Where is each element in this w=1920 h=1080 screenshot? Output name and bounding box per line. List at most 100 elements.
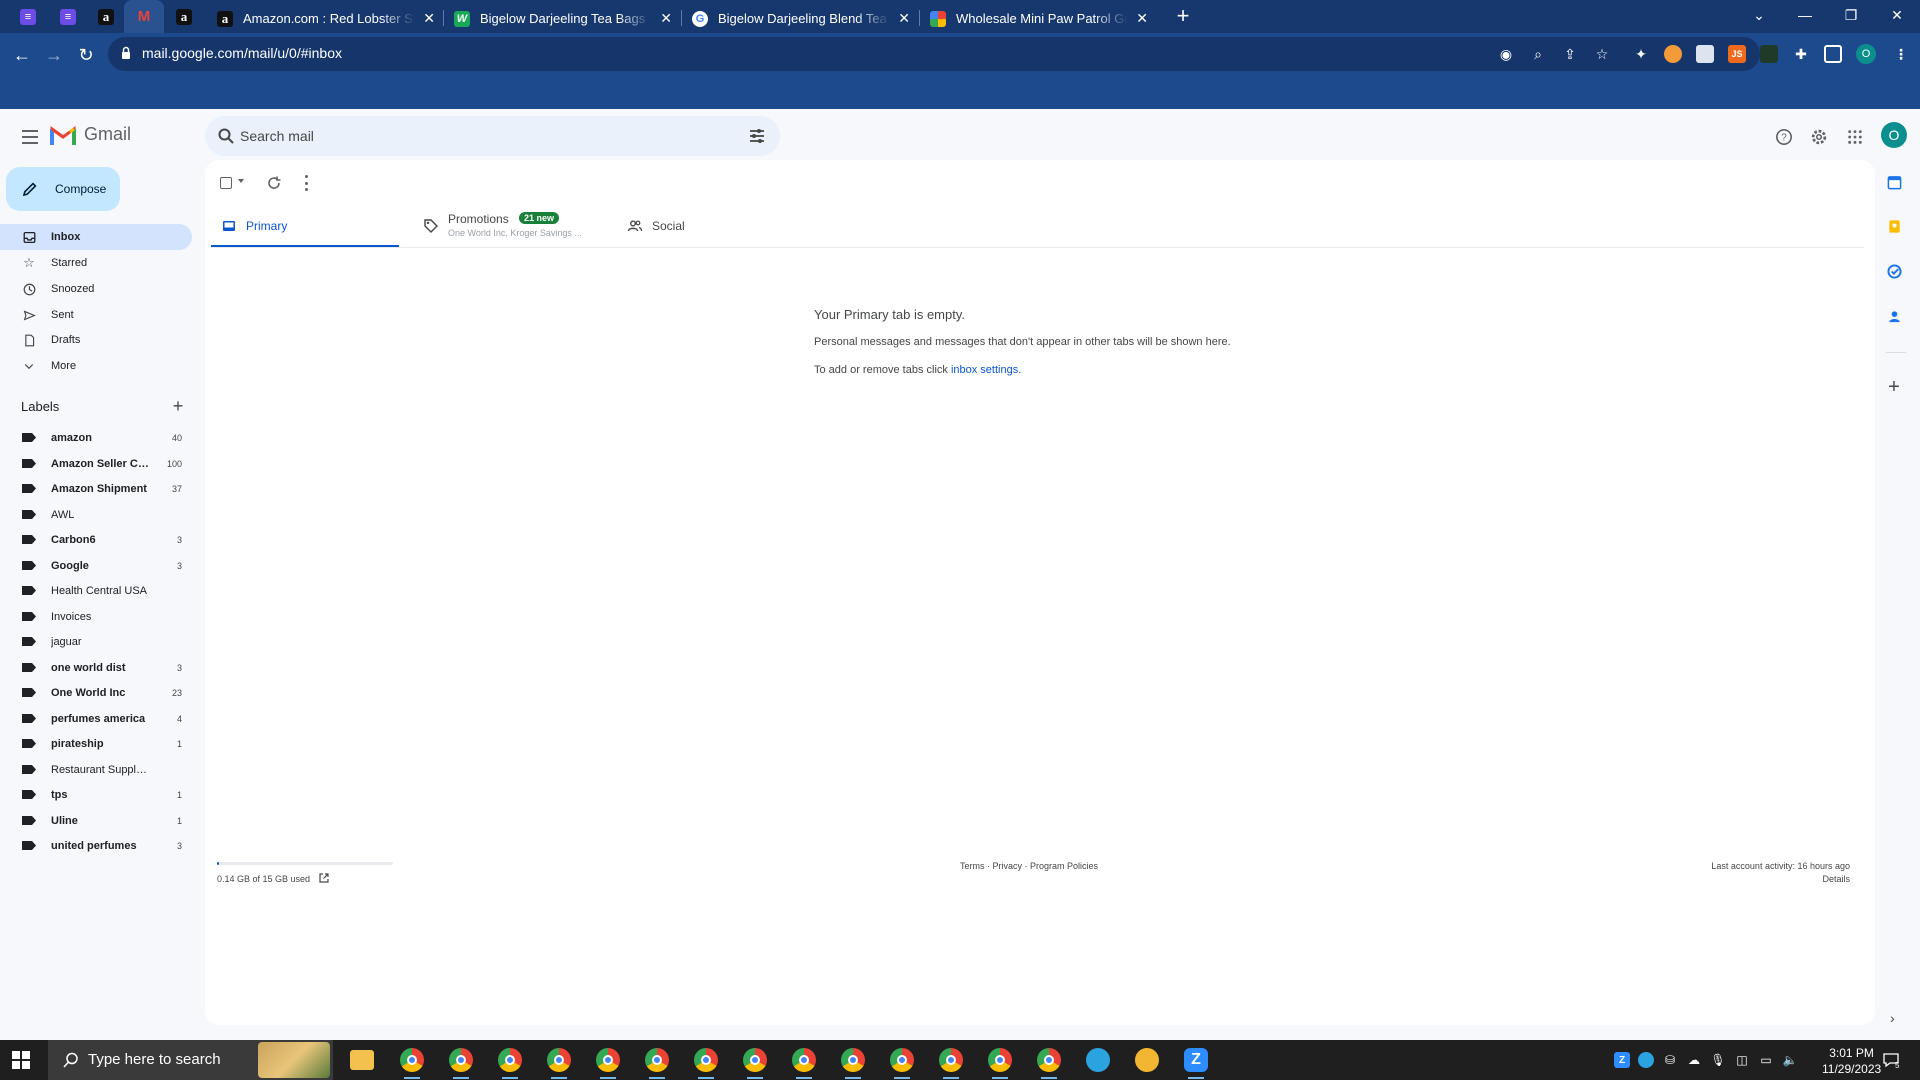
chrome-icon[interactable] bbox=[1037, 1048, 1061, 1079]
add-label-icon[interactable]: + bbox=[170, 396, 186, 416]
chrome-icon[interactable] bbox=[547, 1048, 571, 1079]
gmail-logo[interactable]: Gmail bbox=[50, 124, 131, 145]
pinned-tab[interactable]: ≡ bbox=[48, 0, 88, 33]
tab-promotions[interactable]: Promotions 21 new One World Inc, Kroger … bbox=[413, 204, 605, 248]
nav-item-sent[interactable]: Sent bbox=[0, 302, 192, 328]
chrome-icon[interactable] bbox=[400, 1048, 424, 1079]
camera-icon[interactable]: ◫ bbox=[1734, 1052, 1750, 1068]
extension-chart-icon[interactable] bbox=[1696, 45, 1714, 63]
extension-r-icon[interactable] bbox=[1760, 45, 1778, 63]
chrome-icon[interactable] bbox=[792, 1048, 816, 1079]
pinned-tab[interactable]: ≡ bbox=[8, 0, 48, 33]
compose-button[interactable]: Compose bbox=[6, 167, 120, 211]
tasks-icon[interactable] bbox=[1886, 263, 1902, 279]
label-item[interactable]: perfumes america 4 bbox=[0, 706, 192, 731]
bookmark-star-icon[interactable]: ☆ bbox=[1592, 44, 1612, 64]
contacts-icon[interactable] bbox=[1886, 308, 1902, 324]
details-link[interactable]: Details bbox=[1822, 874, 1850, 884]
label-item[interactable]: jaguar bbox=[0, 629, 192, 654]
label-item[interactable]: Restaurant Supply D bbox=[0, 757, 192, 782]
label-item[interactable]: tps 1 bbox=[0, 782, 192, 807]
program-policies-link[interactable]: Program Policies bbox=[1030, 861, 1098, 871]
label-item[interactable]: Amazon Shipment 37 bbox=[0, 476, 192, 501]
select-all-checkbox[interactable] bbox=[220, 177, 232, 189]
pinned-tab[interactable]: a bbox=[86, 0, 126, 33]
select-dropdown-caret-icon[interactable] bbox=[238, 179, 244, 183]
telegram-icon[interactable] bbox=[1086, 1048, 1110, 1072]
chrome-icon[interactable] bbox=[694, 1048, 718, 1079]
nav-item-inbox[interactable]: Inbox bbox=[0, 224, 192, 250]
side-panel-icon[interactable] bbox=[1824, 45, 1842, 63]
chrome-icon[interactable] bbox=[449, 1048, 473, 1079]
browser-tab[interactable]: W Bigelow Darjeeling Tea Bags - 28 Count… bbox=[444, 4, 680, 33]
label-item[interactable]: Carbon6 3 bbox=[0, 527, 192, 552]
minimize-icon[interactable]: — bbox=[1782, 0, 1828, 30]
hamburger-menu-icon[interactable] bbox=[16, 123, 44, 151]
pinned-tab-gmail-active[interactable]: M bbox=[124, 0, 164, 33]
nav-item-more[interactable]: More bbox=[0, 353, 192, 379]
tray-cloud-icon[interactable]: ☁ bbox=[1686, 1052, 1702, 1068]
eye-icon[interactable]: ◉ bbox=[1496, 44, 1516, 64]
settings-gear-icon[interactable] bbox=[1807, 125, 1831, 149]
close-icon[interactable]: ✕ bbox=[660, 10, 672, 27]
label-item[interactable]: One World Inc 23 bbox=[0, 680, 192, 705]
forward-arrow-icon[interactable]: → bbox=[40, 41, 68, 69]
app-emoji-icon[interactable] bbox=[1135, 1048, 1159, 1072]
browser-tab[interactable]: Wholesale Mini Paw Patrol Guitar ✕ bbox=[920, 4, 1156, 33]
label-item[interactable]: pirateship 1 bbox=[0, 731, 192, 756]
share-icon[interactable]: ⇪ bbox=[1560, 44, 1580, 64]
inbox-settings-link[interactable]: inbox settings bbox=[951, 364, 1018, 376]
search-bar[interactable] bbox=[205, 116, 780, 156]
label-item[interactable]: Health Central USA bbox=[0, 578, 192, 603]
label-item[interactable]: amazon 40 bbox=[0, 425, 192, 450]
extension-sparkle-icon[interactable]: ✦ bbox=[1632, 45, 1650, 63]
calendar-icon[interactable] bbox=[1886, 174, 1902, 190]
extension-js-icon[interactable]: JS bbox=[1728, 45, 1746, 63]
kebab-menu-icon[interactable]: ⋮ bbox=[1892, 45, 1910, 63]
refresh-icon[interactable] bbox=[266, 175, 282, 191]
reload-icon[interactable]: ↻ bbox=[72, 41, 100, 69]
chrome-icon[interactable] bbox=[841, 1048, 865, 1079]
chrome-icon[interactable] bbox=[596, 1048, 620, 1079]
close-icon[interactable]: ✕ bbox=[423, 10, 435, 27]
volume-icon[interactable]: 🔈 bbox=[1782, 1052, 1798, 1068]
zoom-icon[interactable]: Z bbox=[1184, 1048, 1208, 1079]
label-item[interactable]: united perfumes 3 bbox=[0, 833, 192, 858]
notification-center-icon[interactable]: 5 bbox=[1882, 1051, 1900, 1069]
label-item[interactable]: Invoices bbox=[0, 604, 192, 629]
keep-icon[interactable] bbox=[1886, 218, 1902, 234]
extension-circle-icon[interactable] bbox=[1664, 45, 1682, 63]
close-icon[interactable]: ✕ bbox=[898, 10, 910, 27]
new-tab-button[interactable]: + bbox=[1171, 3, 1195, 28]
label-item[interactable]: Google 3 bbox=[0, 553, 192, 578]
nav-item-starred[interactable]: ☆ Starred bbox=[0, 250, 192, 276]
window-close-icon[interactable]: ✕ bbox=[1874, 0, 1920, 30]
label-item[interactable]: Uline 1 bbox=[0, 808, 192, 833]
chrome-icon[interactable] bbox=[890, 1048, 914, 1079]
chrome-icon[interactable] bbox=[988, 1048, 1012, 1079]
pinned-tab[interactable]: a bbox=[164, 0, 204, 33]
address-bar[interactable]: mail.google.com/mail/u/0/#inbox ◉ ⌕ ⇪ ☆ bbox=[108, 37, 1760, 71]
back-arrow-icon[interactable]: ← bbox=[8, 41, 36, 69]
add-addon-icon[interactable]: + bbox=[1886, 376, 1902, 398]
puzzle-icon[interactable]: ✚ bbox=[1792, 45, 1810, 63]
browser-tab[interactable]: G Bigelow Darjeeling Blend Tea 28 Count … bbox=[682, 4, 918, 33]
more-options-icon[interactable] bbox=[303, 175, 309, 191]
search-input[interactable] bbox=[240, 125, 720, 147]
network-icon[interactable]: ▭ bbox=[1758, 1052, 1774, 1068]
nav-item-drafts[interactable]: Drafts bbox=[0, 327, 192, 353]
restore-icon[interactable]: ❐ bbox=[1828, 0, 1874, 30]
profile-avatar[interactable]: O bbox=[1856, 44, 1876, 64]
tray-zoom-icon[interactable]: Z bbox=[1614, 1052, 1630, 1068]
label-item[interactable]: Amazon Seller Central 100 bbox=[0, 451, 192, 476]
label-item[interactable]: AWL bbox=[0, 502, 192, 527]
privacy-link[interactable]: Privacy bbox=[993, 861, 1023, 871]
taskbar-search[interactable]: Type here to search bbox=[48, 1040, 333, 1080]
apps-grid-icon[interactable] bbox=[1843, 125, 1867, 149]
chrome-icon[interactable] bbox=[939, 1048, 963, 1079]
filter-options-icon[interactable] bbox=[748, 127, 766, 145]
close-icon[interactable]: ✕ bbox=[1136, 10, 1148, 27]
browser-tab[interactable]: a Amazon.com : Red Lobster Signature ✕ bbox=[207, 4, 443, 33]
help-icon[interactable]: ? bbox=[1772, 125, 1796, 149]
tray-telegram-icon[interactable] bbox=[1638, 1052, 1654, 1068]
